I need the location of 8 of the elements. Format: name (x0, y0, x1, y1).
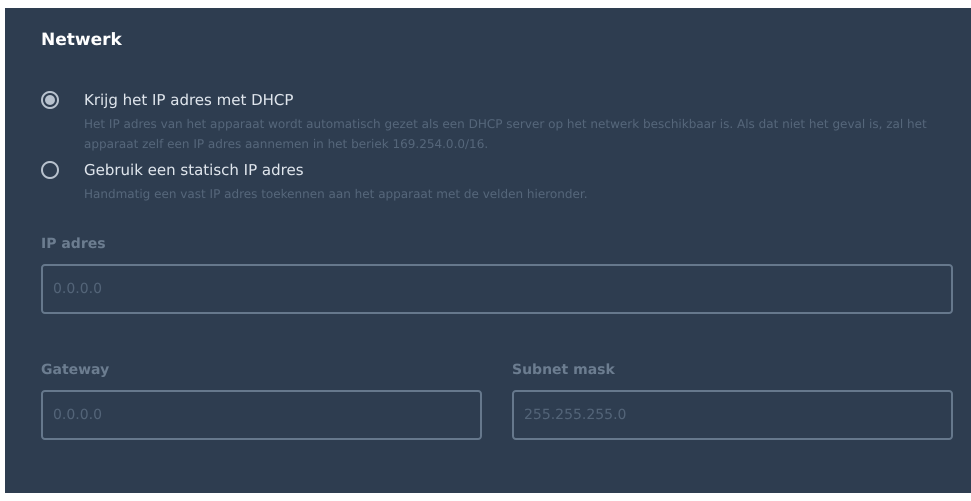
field-label: Subnet mask (512, 362, 616, 378)
radio-button[interactable] (41, 161, 59, 179)
option-label: Gebruik een statisch IP adres (84, 160, 305, 180)
section-title: Netwerk (41, 30, 123, 50)
field-label: IP adres (41, 236, 107, 252)
option-label: Krijg het IP adres met DHCP (84, 90, 294, 110)
field-label: Gateway (41, 362, 110, 378)
radio-button[interactable] (41, 91, 59, 109)
